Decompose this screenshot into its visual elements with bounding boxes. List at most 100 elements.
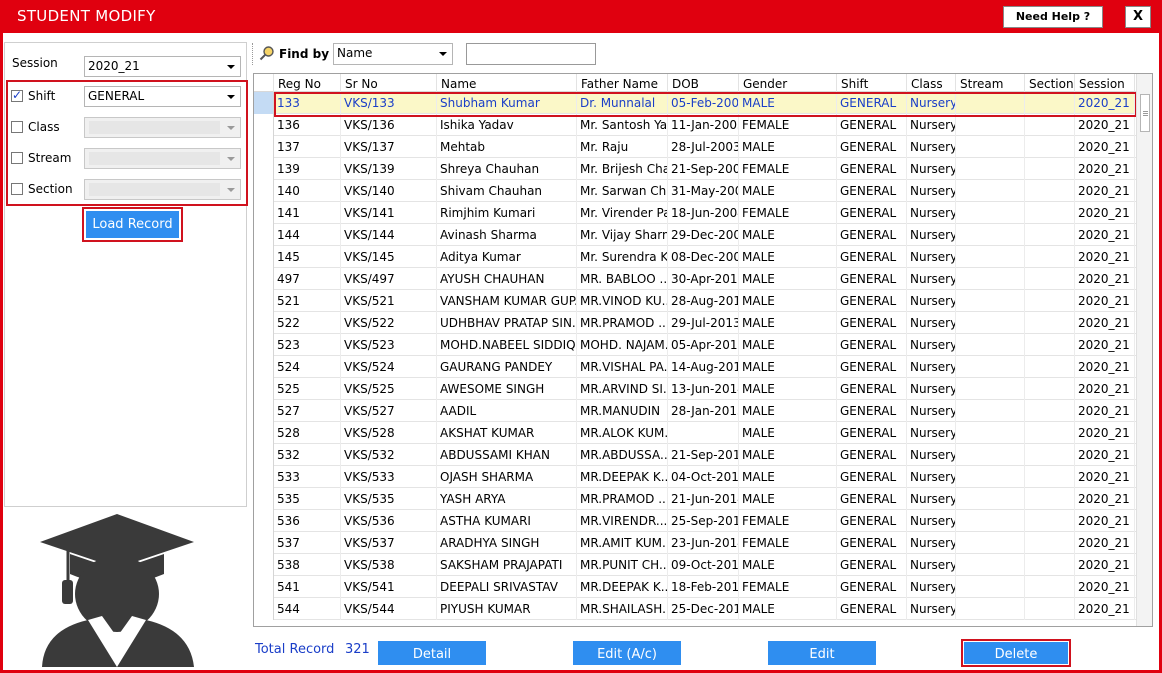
table-cell[interactable]: MALE: [739, 180, 837, 202]
table-cell[interactable]: Nursery: [907, 290, 956, 312]
table-cell[interactable]: MALE: [739, 598, 837, 620]
table-cell[interactable]: GENERAL: [837, 114, 907, 136]
table-cell[interactable]: OJASH SHARMA: [437, 466, 577, 488]
table-cell[interactable]: 23-Jun-2014: [668, 532, 739, 554]
table-cell[interactable]: VKS/145: [341, 246, 437, 268]
table-cell[interactable]: 524: [274, 356, 341, 378]
table-cell[interactable]: MALE: [739, 422, 837, 444]
table-cell[interactable]: 25-Dec-2013: [668, 598, 739, 620]
column-header[interactable]: Name: [437, 74, 577, 92]
row-header[interactable]: [254, 554, 274, 576]
close-button[interactable]: X: [1125, 6, 1151, 28]
table-cell[interactable]: [1025, 422, 1075, 444]
table-cell[interactable]: GENERAL: [837, 378, 907, 400]
table-cell[interactable]: Aditya Kumar: [437, 246, 577, 268]
table-cell[interactable]: MALE: [739, 136, 837, 158]
table-cell[interactable]: [956, 378, 1025, 400]
table-row[interactable]: 140 VKS/140 Shivam Chauhan Mr. Sarwan Ch...…: [254, 180, 1137, 202]
table-cell[interactable]: 04-Oct-2013: [668, 466, 739, 488]
delete-button[interactable]: Delete: [964, 642, 1068, 664]
table-cell[interactable]: 2020_21: [1075, 224, 1135, 246]
table-cell[interactable]: [1025, 268, 1075, 290]
table-cell[interactable]: VKS/528: [341, 422, 437, 444]
table-cell[interactable]: [956, 202, 1025, 224]
table-cell[interactable]: 2020_21: [1075, 246, 1135, 268]
table-cell[interactable]: MR.DEEPAK K...: [577, 576, 668, 598]
table-cell[interactable]: VKS/536: [341, 510, 437, 532]
search-input[interactable]: [466, 43, 596, 65]
row-header[interactable]: [254, 312, 274, 334]
table-cell[interactable]: Mr. Raju: [577, 136, 668, 158]
table-cell[interactable]: MR.AMIT KUM...: [577, 532, 668, 554]
row-header[interactable]: [254, 246, 274, 268]
table-cell[interactable]: FEMALE: [739, 532, 837, 554]
table-row[interactable]: 136VKS/136Ishika YadavMr. Santosh Ya...1…: [254, 114, 1137, 136]
table-cell[interactable]: 2020_21: [1075, 510, 1135, 532]
table-cell[interactable]: AKSHAT KUMAR: [437, 422, 577, 444]
table-cell[interactable]: GENERAL: [837, 246, 907, 268]
find-field-select[interactable]: Name: [333, 43, 453, 65]
table-row[interactable]: 538 VKS/538 SAKSHAM PRAJAPATI MR.PUNIT CH..…: [254, 554, 1137, 576]
table-cell[interactable]: MR.ALOK KUM...: [577, 422, 668, 444]
table-cell[interactable]: 137: [274, 136, 341, 158]
table-cell[interactable]: [1025, 576, 1075, 598]
table-cell[interactable]: 25-Sep-2014: [668, 510, 739, 532]
table-cell[interactable]: MR.ABDUSSA...: [577, 444, 668, 466]
table-cell[interactable]: [956, 554, 1025, 576]
table-cell[interactable]: [1025, 466, 1075, 488]
table-cell[interactable]: Mr. Vijay Sharma: [577, 224, 668, 246]
table-cell[interactable]: Nursery: [907, 180, 956, 202]
table-cell[interactable]: [956, 312, 1025, 334]
table-cell[interactable]: 11-Jan-2005: [668, 114, 739, 136]
table-cell[interactable]: MR. BABLOO ...: [577, 268, 668, 290]
table-cell[interactable]: MR.SHAILASH...: [577, 598, 668, 620]
table-cell[interactable]: [956, 158, 1025, 180]
class-checkbox[interactable]: [11, 121, 23, 133]
table-cell[interactable]: 144: [274, 224, 341, 246]
table-cell[interactable]: VKS/140: [341, 180, 437, 202]
table-cell[interactable]: 2020_21: [1075, 114, 1135, 136]
table-cell[interactable]: VKS/544: [341, 598, 437, 620]
table-cell[interactable]: Nursery: [907, 158, 956, 180]
row-header[interactable]: [254, 136, 274, 158]
table-cell[interactable]: MR.ARVIND SI...: [577, 378, 668, 400]
table-cell[interactable]: FEMALE: [739, 114, 837, 136]
table-cell[interactable]: GENERAL: [837, 224, 907, 246]
table-cell[interactable]: [956, 422, 1025, 444]
table-cell[interactable]: 31-May-2007: [668, 180, 739, 202]
table-cell[interactable]: 2020_21: [1075, 158, 1135, 180]
table-cell[interactable]: GENERAL: [837, 290, 907, 312]
table-cell[interactable]: [1025, 158, 1075, 180]
section-select[interactable]: [84, 179, 241, 200]
table-row[interactable]: 535 VKS/535 YASH ARYA MR.PRAMOD ... 21-Jun-2…: [254, 488, 1137, 510]
table-cell[interactable]: Mehtab: [437, 136, 577, 158]
table-row[interactable]: 532 VKS/532 ABDUSSAMI KHAN MR.ABDUSSA... 21-…: [254, 444, 1137, 466]
table-cell[interactable]: 2020_21: [1075, 488, 1135, 510]
table-cell[interactable]: MALE: [739, 356, 837, 378]
table-cell[interactable]: 30-Apr-2013: [668, 268, 739, 290]
table-cell[interactable]: 535: [274, 488, 341, 510]
table-row[interactable]: 527 VKS/527 AADIL MR.MANUDIN 28-Jan-2013 MALE…: [254, 400, 1137, 422]
table-cell[interactable]: FEMALE: [739, 158, 837, 180]
table-cell[interactable]: [1025, 356, 1075, 378]
table-cell[interactable]: MALE: [739, 488, 837, 510]
column-header[interactable]: Class: [907, 74, 956, 92]
table-cell[interactable]: 29-Jul-2013: [668, 312, 739, 334]
table-cell[interactable]: [956, 598, 1025, 620]
table-cell[interactable]: MR.PRAMOD ...: [577, 488, 668, 510]
row-header[interactable]: [254, 510, 274, 532]
table-cell[interactable]: SAKSHAM PRAJAPATI: [437, 554, 577, 576]
table-cell[interactable]: MALE: [739, 444, 837, 466]
table-cell[interactable]: AYUSH CHAUHAN: [437, 268, 577, 290]
table-cell[interactable]: 05-Apr-2014: [668, 334, 739, 356]
table-cell[interactable]: VKS/133: [341, 92, 437, 114]
row-header[interactable]: [254, 224, 274, 246]
table-cell[interactable]: VANSHAM KUMAR GUP...: [437, 290, 577, 312]
table-cell[interactable]: MOHD.NABEEL SIDDIQUI: [437, 334, 577, 356]
table-cell[interactable]: MALE: [739, 268, 837, 290]
table-cell[interactable]: MALE: [739, 92, 837, 114]
table-cell[interactable]: MALE: [739, 334, 837, 356]
table-cell[interactable]: [1025, 598, 1075, 620]
table-cell[interactable]: [956, 92, 1025, 114]
table-cell[interactable]: [1025, 532, 1075, 554]
